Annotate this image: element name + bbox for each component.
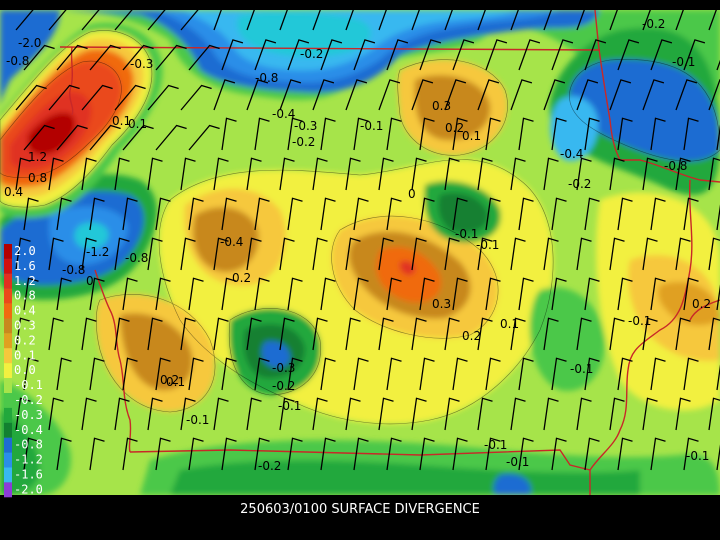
legend-label: -0.8 bbox=[14, 438, 43, 452]
legend-swatch bbox=[4, 378, 12, 393]
contour-value-label: -0.4 bbox=[220, 235, 243, 249]
legend-swatch bbox=[4, 288, 12, 304]
contour-value-label: -0.8 bbox=[6, 54, 29, 68]
contour-value-label: -0.1 bbox=[506, 455, 529, 469]
legend-label: 0.3 bbox=[14, 319, 36, 333]
contour-value-label: -0.2 bbox=[300, 47, 323, 61]
legend-label: -1.6 bbox=[14, 468, 43, 482]
legend-swatch bbox=[4, 363, 12, 379]
contour-value-label: -0.8 bbox=[664, 159, 687, 173]
contour-value-label: -0.2 bbox=[292, 135, 315, 149]
legend-label: -2.0 bbox=[14, 482, 43, 496]
legend-swatch bbox=[4, 348, 12, 364]
contour-value-label: 0.3 bbox=[432, 99, 451, 113]
contour-value-label: -2.0 bbox=[18, 36, 41, 50]
contour-value-label: -0.1 bbox=[570, 362, 593, 376]
legend-swatch bbox=[4, 303, 12, 319]
contour-value-label: -0.8 bbox=[255, 71, 278, 85]
legend-label: -0.4 bbox=[14, 423, 43, 437]
contour-value-label: 0.2 bbox=[160, 373, 179, 387]
contour-value-label: 0.1 bbox=[462, 129, 481, 143]
contour-value-label: 0.8 bbox=[28, 171, 47, 185]
legend-label: -1.2 bbox=[14, 453, 43, 467]
contour-value-label: 0.2 bbox=[232, 271, 251, 285]
legend-swatch bbox=[4, 452, 12, 468]
legend-swatch bbox=[4, 407, 12, 423]
contour-value-label: -0.1 bbox=[186, 413, 209, 427]
contour-value-label: 0.2 bbox=[462, 329, 481, 343]
legend-label: 1.2 bbox=[14, 274, 36, 288]
map-caption: 250603/0100 SURFACE DIVERGENCE bbox=[240, 502, 480, 517]
contour-value-label: 0.4 bbox=[4, 185, 23, 199]
contour-value-label: -0.1 bbox=[476, 238, 499, 252]
legend-label: 1.6 bbox=[14, 259, 36, 273]
contour-value-label: -0.1 bbox=[672, 55, 695, 69]
legend-label: 2.0 bbox=[14, 244, 36, 258]
legend-label: -0.2 bbox=[14, 393, 43, 407]
contour-value-label: 0.1 bbox=[500, 317, 519, 331]
legend-swatch bbox=[4, 422, 12, 438]
contour-value-label: -0.1 bbox=[686, 449, 709, 463]
contour-value-label: -0.1 bbox=[484, 438, 507, 452]
contour-value-label: -0.1 bbox=[360, 119, 383, 133]
legend-label: -0.1 bbox=[14, 378, 43, 392]
contour-value-label: -0.8 bbox=[125, 251, 148, 265]
contour-value-label: -1.2 bbox=[86, 245, 109, 259]
legend-swatch bbox=[4, 482, 12, 498]
legend-swatch bbox=[4, 437, 12, 453]
contour-value-label: 0 bbox=[408, 187, 416, 201]
legend-swatch bbox=[4, 258, 12, 274]
legend-swatch bbox=[4, 333, 12, 349]
contour-value-label: -0.1 bbox=[628, 314, 651, 328]
legend-swatch bbox=[4, 467, 12, 483]
contour-value-label: -0.4 bbox=[560, 147, 583, 161]
contour-value-label: -0.3 bbox=[272, 361, 295, 375]
divergence-map: -2.0-0.8 -0.3-0.2-0.8-0.4-0.3-0.2-0.10.10… bbox=[0, 10, 720, 498]
contour-value-label: 0 bbox=[86, 274, 94, 288]
legend-label: 0.4 bbox=[14, 304, 36, 318]
contour-value-label: -0.8 bbox=[62, 263, 85, 277]
legend-label: 0.0 bbox=[14, 363, 36, 377]
legend-label: -0.3 bbox=[14, 408, 43, 422]
legend-swatch bbox=[4, 393, 12, 408]
contour-value-label: -0.1 bbox=[455, 227, 478, 241]
contour-value-label: -0.2 bbox=[568, 177, 591, 191]
contour-value-label: 1.2 bbox=[28, 150, 47, 164]
contour-value-label: 0.1 bbox=[112, 114, 131, 128]
legend-label: 0.8 bbox=[14, 289, 36, 303]
legend-swatch bbox=[4, 244, 12, 259]
contour-value-label: -0.2 bbox=[258, 459, 281, 473]
contour-value-label: -0.1 bbox=[278, 399, 301, 413]
contour-value-label: -0.3 bbox=[130, 57, 153, 71]
contour-value-label: 0.3 bbox=[432, 297, 451, 311]
contour-value-label: -0.3 bbox=[294, 119, 317, 133]
legend-label: 0.1 bbox=[14, 348, 36, 362]
legend-label: 0.2 bbox=[14, 333, 36, 347]
contour-value-label: -0.2 bbox=[272, 379, 295, 393]
contour-value-label: -0.2 bbox=[642, 17, 665, 31]
contour-value-label: 0.2 bbox=[692, 297, 711, 311]
contour-value-label: -0.4 bbox=[272, 107, 295, 121]
legend-swatch bbox=[4, 273, 12, 289]
legend-swatch bbox=[4, 318, 12, 334]
